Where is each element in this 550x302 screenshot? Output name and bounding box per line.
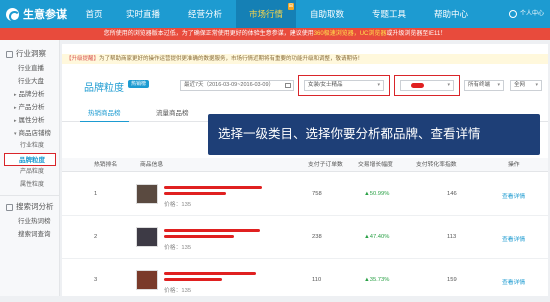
view-details-link[interactable]: 查看详情 <box>502 191 525 200</box>
nav-item-home[interactable]: 首页 <box>76 0 112 28</box>
redacted-product-title <box>164 192 226 195</box>
price-label: 价格：135 <box>164 245 192 251</box>
new-badge-icon: ⊞ <box>287 3 294 10</box>
top-navbar: 生意参谋 首页 实时直播 经营分析 市场行情 ⊞ 自助取数 专题工具 帮助中心 个… <box>0 0 550 28</box>
sidebar-item-product-granularity[interactable]: 产品粒度 <box>0 166 59 179</box>
logo-icon <box>6 7 20 22</box>
user-icon <box>508 10 517 18</box>
conversion-cell: 159 <box>447 277 457 283</box>
chevron-down-icon: ▾ <box>447 82 450 88</box>
sidebar-item-industry-live[interactable]: 行业直播 <box>0 62 59 75</box>
view-details-link[interactable]: 查看详情 <box>502 234 525 243</box>
sidebar-item-brand-granularity[interactable]: 品牌粒度 <box>4 153 56 166</box>
tab-hot-sales[interactable]: 热销商品榜 <box>80 106 129 122</box>
product-thumbnail[interactable] <box>136 270 158 290</box>
nav-item-self-service[interactable]: 自助取数 <box>296 0 358 28</box>
growth-cell: ▲35.73% <box>364 277 390 283</box>
nav-item-market[interactable]: 市场行情 ⊞ <box>236 0 296 28</box>
page-title: 品牌粒度 <box>84 83 124 94</box>
table-row: 2 价格：135 238 ▲47.40% 113 查看详情 <box>62 216 548 259</box>
terminal-select[interactable]: 所有终端 ▾ <box>464 80 504 91</box>
sidebar-item-hot-words[interactable]: 行业热词榜 <box>0 215 59 228</box>
app-name: 生意参谋 <box>23 9 67 21</box>
price-label: 价格：135 <box>164 288 192 294</box>
main-nav: 首页 实时直播 经营分析 市场行情 ⊞ 自助取数 专题工具 帮助中心 <box>76 0 482 28</box>
redacted-product-title <box>164 229 260 232</box>
growth-cell: ▲47.40% <box>364 234 390 240</box>
ranking-badge: 热销榜 <box>128 80 150 88</box>
conversion-cell: 113 <box>447 234 457 240</box>
redacted-product-title <box>164 186 262 189</box>
table-header: 热销排名 商品信息 支付子订单数 交易增长幅度 支付转化率指数 操作 <box>62 158 548 172</box>
col-conversion[interactable]: 支付转化率指数 <box>416 158 457 172</box>
redacted-product-title <box>164 278 222 281</box>
product-thumbnail[interactable] <box>136 227 158 247</box>
bar-chart-icon <box>6 50 13 58</box>
chevron-down-icon: ▾ <box>377 82 380 88</box>
col-rank: 热销排名 <box>94 162 118 168</box>
col-growth[interactable]: 交易增长幅度 <box>358 158 393 172</box>
growth-cell: ▲50.99% <box>364 191 390 197</box>
sidebar-item-attribute-analysis[interactable]: 属性分析 <box>0 114 59 127</box>
user-menu[interactable]: 个人中心 <box>508 0 544 28</box>
sidebar-section-industry: 行业洞察 <box>0 46 59 62</box>
search-icon <box>6 203 13 211</box>
nav-item-realtime[interactable]: 实时直播 <box>112 0 174 28</box>
main-content: 【升级提醒】为了帮助商家更好的操作运营提供更准确的数据服务，市场行情近期将有重要… <box>62 44 548 302</box>
conversion-cell: 146 <box>447 191 457 197</box>
sidebar-item-word-query[interactable]: 搜索词查询 <box>0 228 59 241</box>
col-action: 操作 <box>508 162 520 168</box>
price-label: 价格：135 <box>164 202 192 208</box>
product-thumbnail[interactable] <box>136 184 158 204</box>
filter-bar: 品牌粒度 热销榜 最近7天（2016-03-09~2016-03-09） 女装/… <box>62 70 548 100</box>
orders-cell: 110 <box>312 277 322 283</box>
rank-cell: 2 <box>94 234 98 240</box>
tab-traffic[interactable]: 流量商品榜 <box>148 106 197 122</box>
app-logo[interactable]: 生意参谋 <box>0 6 76 22</box>
sidebar-item-industry-granularity[interactable]: 行业粒度 <box>0 140 59 153</box>
sidebar-item-brand-analysis[interactable]: 品牌分析 <box>0 88 59 101</box>
sidebar-divider <box>0 195 59 196</box>
table-row: 1 价格：135 758 ▲50.99% 146 查看详情 <box>62 173 548 216</box>
redacted-product-title <box>164 272 256 275</box>
upgrade-notice: 【升级提醒】为了帮助商家更好的操作运营提供更准确的数据服务，市场行情近期将有重要… <box>62 54 548 64</box>
date-range-picker[interactable]: 最近7天（2016-03-09~2016-03-09） <box>180 80 294 91</box>
calendar-icon <box>285 83 291 88</box>
orders-cell: 758 <box>312 191 322 197</box>
redacted-product-title <box>164 235 234 238</box>
chevron-down-icon: ▾ <box>497 82 500 88</box>
sidebar-item-ranking[interactable]: 商品店铺榜 <box>0 127 59 140</box>
col-orders[interactable]: 支付子订单数 <box>308 158 343 172</box>
nav-item-business-analysis[interactable]: 经营分析 <box>174 0 236 28</box>
instruction-callout: 选择一级类目、选择你要分析都品牌、查看详情 <box>208 114 540 155</box>
sidebar: 行业洞察 行业直播 行业大盘 品牌分析 产品分析 属性分析 商品店铺榜 行业粒度… <box>0 40 60 296</box>
sidebar-item-industry-overview[interactable]: 行业大盘 <box>0 75 59 88</box>
sidebar-item-product-analysis[interactable]: 产品分析 <box>0 101 59 114</box>
category-select[interactable]: 女装/女士精品 ▾ <box>304 80 384 91</box>
browser-notice: 您所使用的浏览器版本过低，为了确保正常使用更好的体验生意参谋，建议使用360极速… <box>0 28 550 40</box>
rank-cell: 3 <box>94 277 98 283</box>
orders-cell: 238 <box>312 234 322 240</box>
brand-select[interactable]: ▾ <box>400 80 454 91</box>
sidebar-item-attribute-granularity[interactable]: 属性粒度 <box>0 179 59 192</box>
rank-cell: 1 <box>94 191 98 197</box>
sidebar-section-search: 搜索词分析 <box>0 199 59 215</box>
col-product: 商品信息 <box>140 162 164 168</box>
browser-recommend-link[interactable]: 360极速浏览器，UC浏览器 <box>314 31 387 37</box>
region-select[interactable]: 全网 ▾ <box>510 80 542 91</box>
view-details-link[interactable]: 查看详情 <box>502 277 525 286</box>
chevron-down-icon: ▾ <box>535 82 538 88</box>
nav-item-tools[interactable]: 专题工具 <box>358 0 420 28</box>
redacted-brand <box>411 83 424 88</box>
nav-item-help[interactable]: 帮助中心 <box>420 0 482 28</box>
